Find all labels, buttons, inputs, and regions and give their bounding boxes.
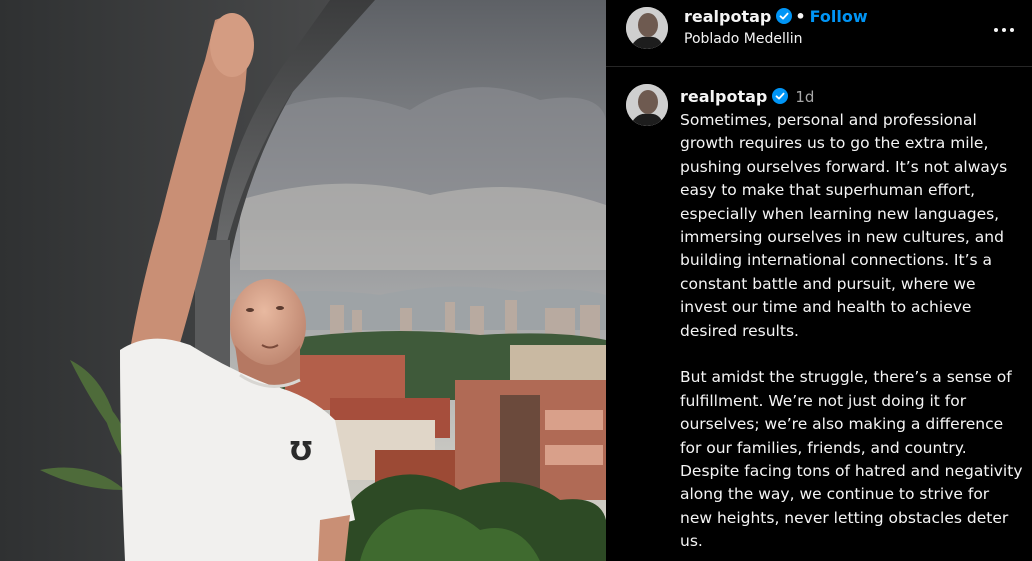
post-sidebar: realpotap • Follow Poblado Medellin realpo…: [606, 0, 1032, 561]
post-header: realpotap • Follow Poblado Medellin: [606, 0, 1032, 67]
post-photo[interactable]: Ʊ: [0, 0, 606, 561]
caption-paragraph: But amidst the struggle, there’s a sense…: [680, 368, 1023, 551]
separator-dot: •: [795, 7, 806, 26]
follow-button[interactable]: Follow: [810, 7, 868, 26]
caption-avatar[interactable]: [626, 84, 668, 126]
post-location[interactable]: Poblado Medellin: [684, 31, 803, 47]
caption-paragraph: Sometimes, personal and professional gro…: [680, 111, 1008, 340]
svg-text:Ʊ: Ʊ: [290, 437, 312, 467]
header-line: realpotap • Follow: [684, 7, 868, 26]
balcony-photo: Ʊ: [0, 0, 606, 561]
author-avatar[interactable]: [626, 7, 668, 49]
post-timestamp[interactable]: 1d: [795, 88, 814, 106]
verified-badge-icon: [776, 8, 793, 24]
verified-badge-icon: [772, 88, 789, 104]
more-options-icon[interactable]: [992, 18, 1016, 42]
caption-header: realpotap 1d: [680, 87, 814, 106]
caption-text: Sometimes, personal and professional gro…: [680, 109, 1024, 554]
author-username[interactable]: realpotap: [684, 7, 771, 26]
caption-username[interactable]: realpotap: [680, 87, 767, 106]
